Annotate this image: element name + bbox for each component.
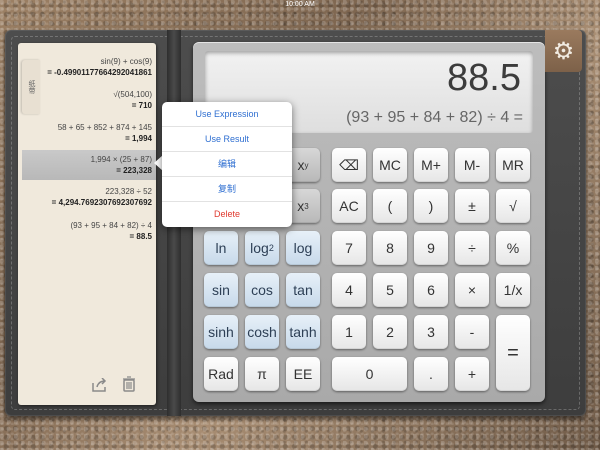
key-plus[interactable]: + (455, 357, 489, 391)
history-result: = 710 (131, 101, 152, 110)
settings-button[interactable]: ⚙ (545, 30, 582, 72)
key-minus[interactable]: - (455, 315, 489, 349)
key-9[interactable]: 9 (414, 231, 448, 265)
history-result: = 4,294.7692307692307692 (51, 198, 152, 207)
history-entry[interactable]: 223,328 ÷ 52 = 4,294.7692307692307692 (40, 186, 152, 208)
key-tan[interactable]: tan (286, 273, 320, 307)
gear-icon: ⚙ (552, 37, 575, 65)
key-ac[interactable]: AC (332, 189, 366, 223)
key-0[interactable]: 0 (332, 357, 407, 391)
key-5[interactable]: 5 (373, 273, 407, 307)
history-expression: 223,328 ÷ 52 (105, 187, 152, 196)
key-7[interactable]: 7 (332, 231, 366, 265)
key-tanh[interactable]: tanh (286, 315, 320, 349)
key-ln[interactable]: ln (204, 231, 238, 265)
key-mc[interactable]: MC (373, 148, 407, 182)
tape-tab[interactable]: 纸带 (22, 60, 40, 114)
key-4[interactable]: 4 (332, 273, 366, 307)
status-time: 10:00 AM (285, 1, 315, 8)
history-entry[interactable]: √(504,100) = 710 (40, 89, 152, 111)
key-rad[interactable]: Rad (204, 357, 238, 391)
menu-item-use-result[interactable]: Use Result (162, 127, 292, 152)
key-mr[interactable]: MR (496, 148, 530, 182)
menu-item-edit[interactable]: 编辑 (162, 152, 292, 177)
key-sinh[interactable]: sinh (204, 315, 238, 349)
key-divide[interactable]: ÷ (455, 231, 489, 265)
history-expression: 1,994 × (25 + 87) (90, 155, 152, 164)
key-log[interactable]: log (286, 231, 320, 265)
key-cos[interactable]: cos (245, 273, 279, 307)
history-entry[interactable]: (93 + 95 + 84 + 82) ÷ 4 = 88.5 (40, 220, 152, 242)
history-expression: (93 + 95 + 84 + 82) ÷ 4 (70, 221, 152, 230)
key-sin[interactable]: sin (204, 273, 238, 307)
share-icon[interactable] (92, 377, 108, 395)
menu-item-use-expression[interactable]: Use Expression (162, 102, 292, 127)
history-result: = 1,994 (125, 134, 152, 143)
key-6[interactable]: 6 (414, 273, 448, 307)
key-1[interactable]: 1 (332, 315, 366, 349)
key-plus-minus[interactable]: ± (455, 189, 489, 223)
key-decimal[interactable]: . (414, 357, 448, 391)
history-entry-selected[interactable]: 1,994 × (25 + 87) = 223,328 (22, 150, 156, 180)
key-cosh[interactable]: cosh (245, 315, 279, 349)
key-m-plus[interactable]: M+ (414, 148, 448, 182)
status-bar: 10:00 AM (0, 0, 600, 10)
display-expression: (93 + 95 + 84 + 82) ÷ 4 = (346, 109, 523, 126)
history-result: = -0.49901177664292041861 (47, 68, 152, 77)
trash-icon[interactable] (122, 376, 136, 395)
history-expression: 58 + 65 + 852 + 874 + 145 (57, 123, 152, 132)
history-entry[interactable]: 58 + 65 + 852 + 874 + 145 = 1,994 (40, 122, 152, 144)
key-multiply[interactable]: × (455, 273, 489, 307)
key-equals[interactable]: = (496, 315, 530, 391)
key-2[interactable]: 2 (373, 315, 407, 349)
history-expression: √(504,100) (113, 90, 152, 99)
key-pi[interactable]: π (245, 357, 279, 391)
menu-item-copy[interactable]: 复制 (162, 177, 292, 202)
history-result: = 88.5 (129, 232, 152, 241)
key-right-paren[interactable]: ) (414, 189, 448, 223)
display-value: 88.5 (447, 57, 521, 99)
key-left-paren[interactable]: ( (373, 189, 407, 223)
history-expression: sin(9) + cos(9) (100, 57, 152, 66)
key-backspace[interactable]: ⌫ (332, 148, 366, 182)
key-8[interactable]: 8 (373, 231, 407, 265)
key-ee[interactable]: EE (286, 357, 320, 391)
history-entry[interactable]: sin(9) + cos(9) = -0.4990117766429204186… (40, 56, 152, 78)
key-sqrt[interactable]: √ (496, 189, 530, 223)
history-result: = 223,328 (116, 166, 152, 175)
context-menu: Use Expression Use Result 编辑 复制 Delete (162, 102, 292, 227)
key-percent[interactable]: % (496, 231, 530, 265)
menu-item-delete[interactable]: Delete (162, 202, 292, 227)
key-log2[interactable]: log 2 (245, 231, 279, 265)
key-3[interactable]: 3 (414, 315, 448, 349)
tape-tab-label: 纸带 (28, 80, 35, 94)
key-m-minus[interactable]: M- (455, 148, 489, 182)
key-reciprocal[interactable]: 1/x (496, 273, 530, 307)
backspace-icon: ⌫ (339, 156, 359, 173)
